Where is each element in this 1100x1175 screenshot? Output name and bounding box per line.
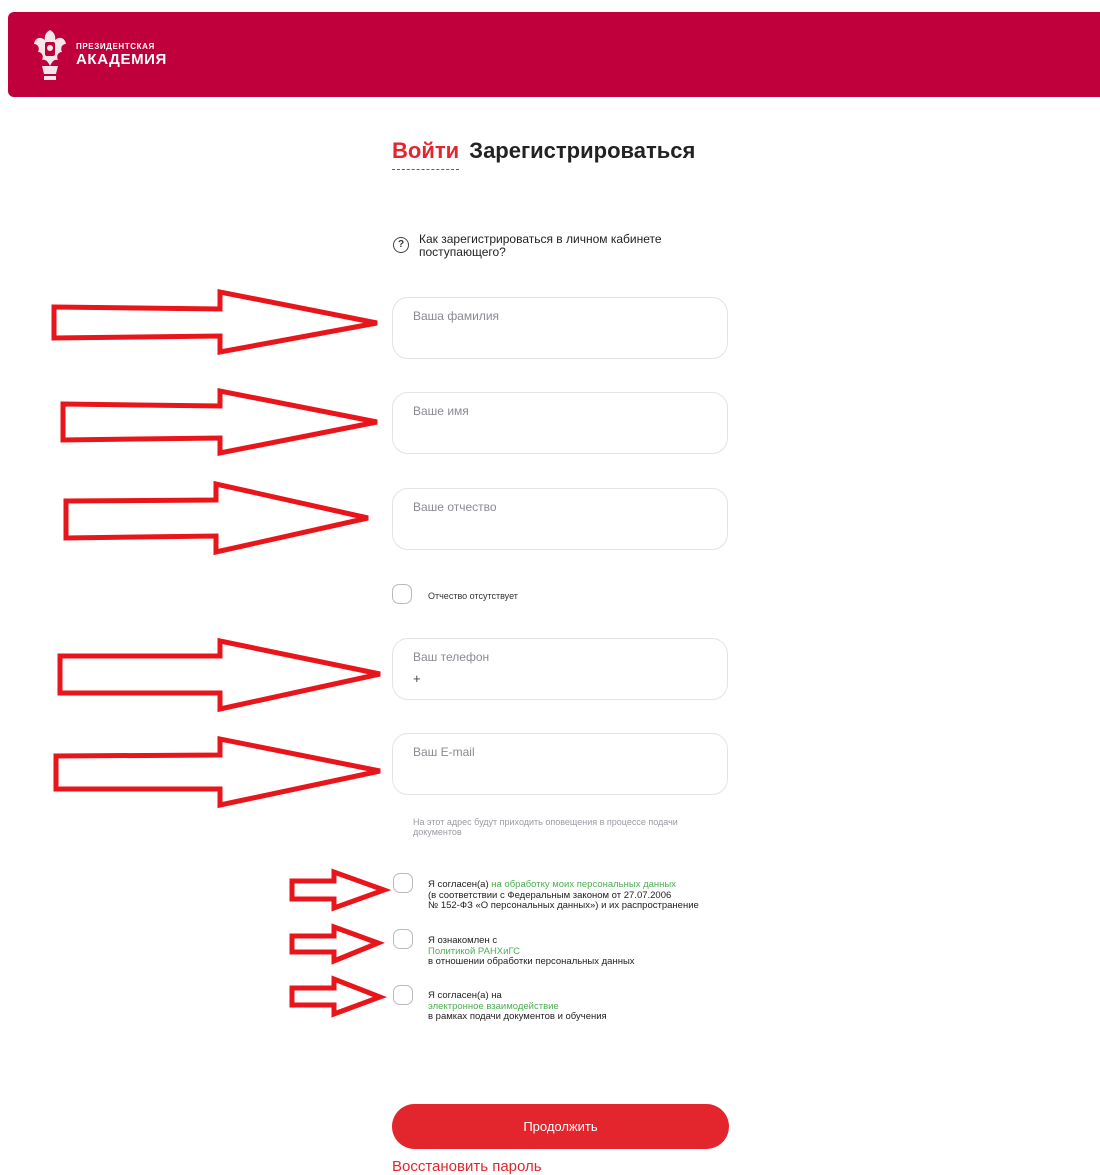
tab-register[interactable]: Зарегистрироваться — [469, 138, 695, 163]
logo-title: АКАДЕМИЯ — [76, 51, 167, 68]
first-name-label: Ваше имя — [413, 404, 469, 418]
arrow-right-icon — [60, 387, 378, 457]
personal-data-checkbox[interactable] — [393, 873, 413, 893]
policy-line3: в отношении обработки персональных данны… — [428, 956, 635, 967]
arrow-right-icon — [289, 868, 392, 912]
continue-button[interactable]: Продолжить — [392, 1104, 729, 1149]
electronic-consent: Я согласен(а) на электронное взаимодейст… — [428, 990, 607, 1023]
last-name-label: Ваша фамилия — [413, 309, 500, 323]
arrow-right-icon — [289, 923, 385, 965]
first-name-field[interactable]: Ваше имя — [392, 392, 728, 454]
arrow-right-icon — [57, 637, 381, 713]
electronic-link[interactable]: электронное взаимодействие — [428, 1001, 559, 1012]
electronic-line3: в рамках подачи документов и обучения — [428, 1011, 607, 1022]
personal-data-consent: Я согласен(а) на обработку моих персонал… — [428, 879, 699, 912]
personal-data-line2: (в соответствии с Федеральным законом от… — [428, 889, 672, 901]
policy-line1: Я ознакомлен с — [428, 935, 498, 946]
policy-consent: Я ознакомлен с Политикой РАНХиГС в отнош… — [428, 935, 635, 968]
policy-link[interactable]: Политикой РАНХиГС — [428, 946, 520, 957]
tab-login[interactable]: Войти — [392, 138, 460, 170]
email-hint: На этот адрес будут приходить оповещения… — [413, 817, 678, 837]
academy-logo[interactable]: ПРЕЗИДЕНТСКАЯ АКАДЕМИЯ — [32, 26, 167, 84]
phone-label: Ваш телефон — [413, 650, 490, 664]
arrow-right-icon — [63, 480, 369, 556]
middle-name-label: Ваше отчество — [413, 500, 497, 514]
personal-data-prefix: Я согласен(а) — [428, 879, 492, 890]
arrow-right-icon — [289, 975, 388, 1018]
eagle-emblem-icon — [34, 30, 66, 80]
email-label: Ваш E-mail — [413, 745, 475, 759]
help-link[interactable]: Как зарегистрироваться в личном кабинете… — [419, 233, 709, 259]
no-middle-name-label: Отчество отсутствует — [428, 591, 518, 601]
middle-name-field[interactable]: Ваше отчество — [392, 488, 728, 550]
phone-value: + — [413, 671, 421, 686]
email-field[interactable]: Ваш E-mail — [392, 733, 728, 795]
site-header: ПРЕЗИДЕНТСКАЯ АКАДЕМИЯ — [8, 12, 1100, 97]
personal-data-link[interactable]: на обработку моих персональных данных — [491, 879, 676, 890]
phone-field[interactable]: Ваш телефон + — [392, 638, 728, 700]
auth-tabs: Войти Зарегистрироваться — [392, 138, 695, 170]
last-name-field[interactable]: Ваша фамилия — [392, 297, 728, 359]
arrow-right-icon — [51, 288, 378, 356]
arrow-right-icon — [53, 735, 381, 809]
electronic-interaction-checkbox[interactable] — [393, 985, 413, 1005]
personal-data-line3: № 152-ФЗ «О персональных данных») и их р… — [428, 900, 699, 911]
policy-checkbox[interactable] — [393, 929, 413, 949]
restore-password-link[interactable]: Восстановить пароль — [392, 1158, 542, 1175]
logo-subtitle: ПРЕЗИДЕНТСКАЯ — [76, 42, 155, 51]
electronic-line1: Я согласен(а) на — [428, 990, 502, 1001]
question-circle-icon: ? — [393, 237, 409, 253]
no-middle-name-checkbox[interactable] — [392, 584, 412, 604]
registration-help[interactable]: ? Как зарегистрироваться в личном кабине… — [393, 233, 709, 259]
